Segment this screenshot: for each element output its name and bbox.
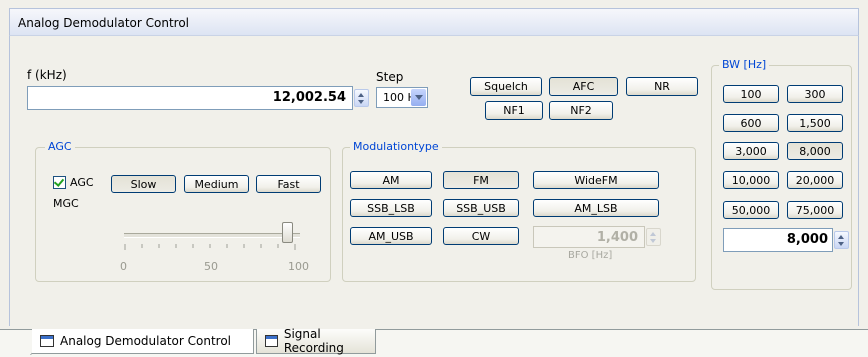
window-icon — [265, 335, 278, 347]
bw-value: 8,000 — [786, 232, 828, 247]
bw-option-100[interactable]: 100 — [723, 85, 779, 103]
frequency-input[interactable]: 12,002.54 — [27, 86, 353, 110]
bw-group-label: BW [Hz] — [719, 58, 770, 71]
frequency-spin-icon[interactable] — [354, 89, 369, 107]
tab-signal-recording[interactable]: Signal Recording — [256, 327, 376, 355]
nr-button[interactable]: NR — [626, 77, 698, 96]
am-lsb-button[interactable]: AM_LSB — [533, 199, 659, 217]
nf1-button[interactable]: NF1 — [485, 101, 543, 120]
nf2-button[interactable]: NF2 — [549, 101, 613, 120]
bw-option-10000[interactable]: 10,000 — [723, 171, 779, 189]
frequency-label: f (kHz) — [27, 68, 67, 82]
agc-group — [35, 147, 331, 282]
checkmark-icon — [53, 176, 65, 187]
mgc-slider-track[interactable] — [124, 233, 300, 238]
am-usb-button[interactable]: AM_USB — [350, 227, 432, 245]
window-title: Analog Demodulator Control — [9, 8, 859, 36]
cw-button[interactable]: CW — [443, 227, 519, 245]
bw-option-20000[interactable]: 20,000 — [787, 171, 843, 189]
mgc-slider-ticks — [124, 244, 296, 250]
slow-button[interactable]: Slow — [111, 175, 176, 193]
bfo-label: BFO [Hz] — [568, 250, 613, 261]
bw-option-8000[interactable]: 8,000 — [787, 142, 843, 160]
ssb-lsb-button[interactable]: SSB_LSB — [350, 199, 432, 217]
bw-option-75000[interactable]: 75,000 — [787, 201, 843, 219]
agc-checkbox-label: AGC — [70, 176, 94, 189]
bw-input[interactable]: 8,000 — [723, 228, 833, 252]
slider-max-label: 100 — [288, 260, 309, 273]
window-icon — [40, 335, 54, 347]
bw-option-50000[interactable]: 50,000 — [723, 201, 779, 219]
bw-spin-icon[interactable] — [834, 231, 849, 249]
am-button[interactable]: AM — [350, 171, 432, 189]
mgc-slider-thumb[interactable] — [282, 222, 293, 243]
bw-option-300[interactable]: 300 — [787, 85, 843, 103]
widefm-button[interactable]: WideFM — [533, 171, 659, 189]
tab-label: Signal Recording — [283, 327, 344, 355]
tab-analog-demodulator-control[interactable]: Analog Demodulator Control — [32, 329, 254, 354]
afc-button[interactable]: AFC — [549, 77, 618, 96]
demodulator-window: Analog Demodulator Control f (kHz) 12,00… — [0, 0, 868, 357]
bw-option-600[interactable]: 600 — [723, 114, 779, 132]
tab-label: Analog Demodulator Control — [60, 334, 232, 348]
modulation-group-label: Modulationtype — [350, 140, 442, 153]
bw-option-1500[interactable]: 1,500 — [787, 114, 843, 132]
slider-mid-label: 50 — [204, 260, 218, 273]
chevron-down-icon[interactable] — [411, 89, 426, 106]
squelch-button[interactable]: Squelch — [470, 77, 542, 96]
frequency-value: 12,002.54 — [272, 90, 346, 105]
fast-button[interactable]: Fast — [256, 175, 321, 193]
tab-strip: Analog Demodulator Control Signal Record… — [0, 327, 868, 357]
mgc-label: MGC — [53, 197, 79, 210]
bfo-spin-icon — [646, 228, 661, 246]
medium-button[interactable]: Medium — [184, 175, 249, 193]
bfo-value: 1,400 — [596, 230, 638, 245]
bfo-input: 1,400 — [533, 226, 645, 248]
step-label: Step — [376, 70, 404, 84]
step-select[interactable]: 100 Hz — [376, 87, 428, 108]
agc-group-label: AGC — [45, 140, 75, 153]
ssb-usb-button[interactable]: SSB_USB — [443, 199, 519, 217]
slider-min-label: 0 — [120, 260, 127, 273]
agc-checkbox[interactable] — [53, 176, 66, 189]
bw-option-3000[interactable]: 3,000 — [723, 142, 779, 160]
fm-button[interactable]: FM — [443, 171, 519, 189]
